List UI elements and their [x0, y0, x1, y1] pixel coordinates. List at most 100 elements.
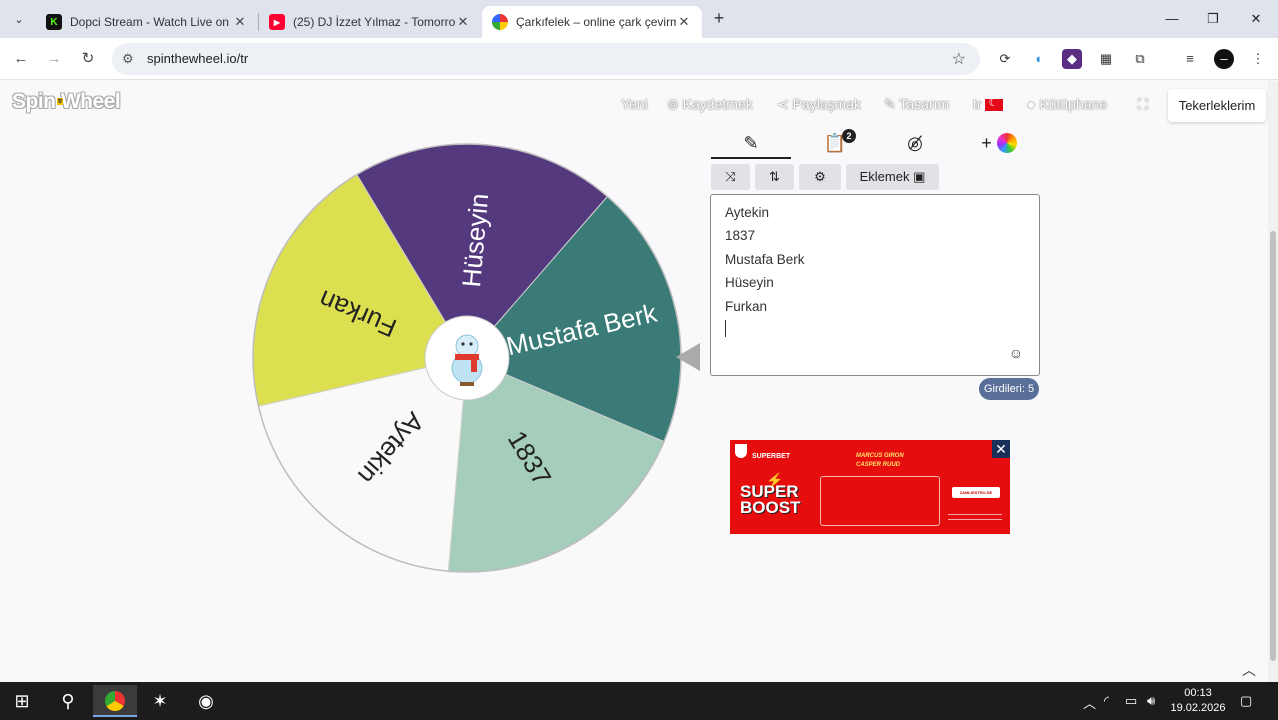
nav-new[interactable]: Yeni: [621, 96, 648, 112]
brush-icon: ✎: [884, 96, 896, 112]
windows-start-icon[interactable]: ⊞: [0, 685, 44, 717]
chevron-up-icon[interactable]: ︿: [1238, 659, 1260, 681]
volume-icon[interactable]: 🔊︎: [1147, 693, 1155, 709]
profile-avatar[interactable]: –: [1214, 49, 1234, 69]
minimize-button[interactable]: —: [1157, 6, 1187, 32]
nav-save[interactable]: ⊚ Kaydetmek: [667, 96, 753, 113]
kick-favicon-icon: K: [46, 14, 62, 30]
nav-design-label: Tasarım: [899, 96, 950, 112]
tab-edit-entries[interactable]: ✎: [711, 129, 791, 159]
scrollbar-thumb[interactable]: [1270, 231, 1276, 661]
tab-title: Çarkıfelek – online çark çevirme: [516, 15, 676, 29]
obs-taskbar-icon[interactable]: ◉: [184, 685, 228, 717]
close-tab-icon[interactable]: ✕: [676, 14, 692, 30]
fullscreen-icon[interactable]: ⛶: [1138, 96, 1148, 113]
tab-hide[interactable]: ◎̸: [875, 129, 955, 159]
wheel-graphic[interactable]: HüseyinMustafa Berk1837AytekinFurkan: [245, 136, 693, 584]
emoji-icon[interactable]: ☺: [1009, 345, 1023, 361]
spin-wheel-logo[interactable]: Spin Wheel tr: [12, 90, 121, 114]
ad-players: MARCUS GIRON CASPER RUUD: [856, 453, 904, 468]
nav-design[interactable]: ✎ Tasarım: [884, 96, 949, 113]
chrome-logo-icon: [105, 691, 125, 711]
nav-share-label: Paylaşmak: [792, 96, 862, 112]
notifications-icon[interactable]: ▢: [1240, 693, 1252, 709]
reading-list-icon[interactable]: ≡: [1180, 49, 1200, 69]
page-scrollbar[interactable]: [1268, 81, 1278, 682]
settings-button[interactable]: ⚙: [799, 164, 841, 190]
browser-tab-1[interactable]: K Dopci Stream - Watch Live on K ✕: [36, 6, 258, 38]
editor-tabs: ✎ 📋 2 ◎̸ +: [711, 129, 1039, 159]
purple-extension-icon[interactable]: ◆: [1062, 49, 1082, 69]
nav-share[interactable]: ≺ Paylaşmak: [777, 96, 861, 113]
wifi-icon[interactable]: ◜: [1104, 693, 1109, 709]
gear-icon: ⚙: [814, 169, 826, 184]
entry-line: 1837: [725, 228, 756, 243]
results-count-badge: 2: [842, 129, 856, 143]
globe-icon: ●: [1027, 96, 1036, 112]
pencil-icon: ✎: [743, 133, 759, 153]
tab-add-wheel[interactable]: +: [959, 129, 1039, 159]
forward-arrow-icon[interactable]: →: [43, 48, 65, 70]
chrome-taskbar-icon[interactable]: [93, 685, 137, 717]
ad-close-icon[interactable]: ✕: [992, 440, 1010, 458]
entries-textarea[interactable]: Aytekin 1837 Mustafa Berk Hüseyin Furkan…: [710, 194, 1040, 376]
add-image-button[interactable]: Eklemek ▣: [846, 164, 939, 190]
sync-extension-icon[interactable]: ⟳: [995, 49, 1015, 69]
close-tab-icon[interactable]: ✕: [232, 14, 248, 30]
shuffle-button[interactable]: ⤨: [711, 164, 750, 190]
url-text: spinthewheel.io/tr: [147, 51, 249, 66]
sort-icon: ⇅: [769, 169, 780, 184]
add-label: +: [981, 133, 992, 153]
new-tab-button[interactable]: +: [708, 8, 730, 30]
entry-line: Furkan: [725, 299, 768, 314]
system-clock[interactable]: 00:13 19.02.2026: [1166, 686, 1230, 716]
close-tab-icon[interactable]: ✕: [455, 14, 471, 30]
site-info-icon[interactable]: ⚙: [122, 51, 134, 67]
tab-results[interactable]: 📋 2: [795, 129, 875, 159]
ad-cta-button[interactable]: ZAMLIESTRU.DE: [952, 487, 1000, 498]
menu-kebab-icon[interactable]: ⋮: [1248, 49, 1268, 69]
spin-wheel-page: Spin Wheel tr Yeni ⊚ Kaydetmek ≺ Paylaşm…: [0, 81, 1268, 682]
superbet-shield-icon: [735, 444, 747, 458]
close-window-button[interactable]: ✕: [1241, 6, 1271, 32]
spin-wheel[interactable]: Hüseyin Mustafa Berk 1837 Aytekin Furkan: [245, 136, 693, 584]
nav-language-label: tr: [973, 96, 982, 112]
bookmark-star-icon[interactable]: ☆: [952, 49, 966, 69]
nav-language[interactable]: tr: [973, 96, 1004, 112]
color-wheel-icon: [996, 133, 1017, 153]
battery-icon[interactable]: ▭: [1125, 693, 1137, 709]
my-wheels-button[interactable]: Tekerleklerim: [1168, 89, 1266, 122]
extensions-puzzle-icon[interactable]: ⧉: [1130, 49, 1150, 69]
nav-library-label: Kütüphane: [1039, 96, 1108, 112]
audio-extension-icon[interactable]: ◖: [1028, 49, 1048, 69]
clock-date: 19.02.2026: [1170, 702, 1226, 714]
save-icon: ⊚: [667, 96, 679, 112]
tab-search-button[interactable]: ⌄: [8, 8, 30, 30]
eye-slash-icon: ◎̸: [907, 133, 923, 153]
search-icon[interactable]: ⚲: [46, 685, 90, 717]
entries-count-badge: Girdileri: 5: [979, 378, 1039, 400]
sort-button[interactable]: ⇅: [755, 164, 794, 190]
entry-line: Aytekin: [725, 205, 770, 220]
address-bar[interactable]: ⚙ spinthewheel.io/tr ☆: [112, 43, 980, 75]
maximize-button[interactable]: ❐: [1198, 6, 1228, 32]
nav-library[interactable]: ● Kütüphane: [1027, 96, 1107, 112]
tab-strip: ⌄ K Dopci Stream - Watch Live on K ✕ ▶ (…: [0, 0, 1278, 38]
entry-line: Hüseyin: [725, 275, 774, 290]
qr-code-icon[interactable]: ▦: [1096, 49, 1116, 69]
ad-image-frame: [820, 476, 940, 526]
tray-overflow-icon[interactable]: ︿: [1083, 693, 1096, 712]
image-icon: ▣: [913, 169, 926, 184]
tab-title: (25) DJ İzzet Yılmaz - Tomorrow: [293, 15, 455, 29]
text-cursor: [725, 320, 726, 337]
back-arrow-icon[interactable]: ←: [10, 48, 32, 70]
reload-icon[interactable]: ↻: [77, 48, 99, 70]
nav-new-label: Yeni: [621, 96, 648, 112]
wheel-pointer-arrow: [676, 343, 700, 371]
advertisement-banner[interactable]: SUPERBET ⚡ SUPER BOOST MARCUS GIRON CASP…: [730, 440, 1010, 534]
browser-tab-3-active[interactable]: Çarkıfelek – online çark çevirme ✕: [482, 6, 702, 38]
browser-tab-2[interactable]: ▶ (25) DJ İzzet Yılmaz - Tomorrow ✕: [259, 6, 481, 38]
app-taskbar-icon[interactable]: ✶: [138, 685, 182, 717]
logo-text: Spin Wheel: [12, 90, 121, 113]
add-image-label: Eklemek: [859, 169, 910, 184]
